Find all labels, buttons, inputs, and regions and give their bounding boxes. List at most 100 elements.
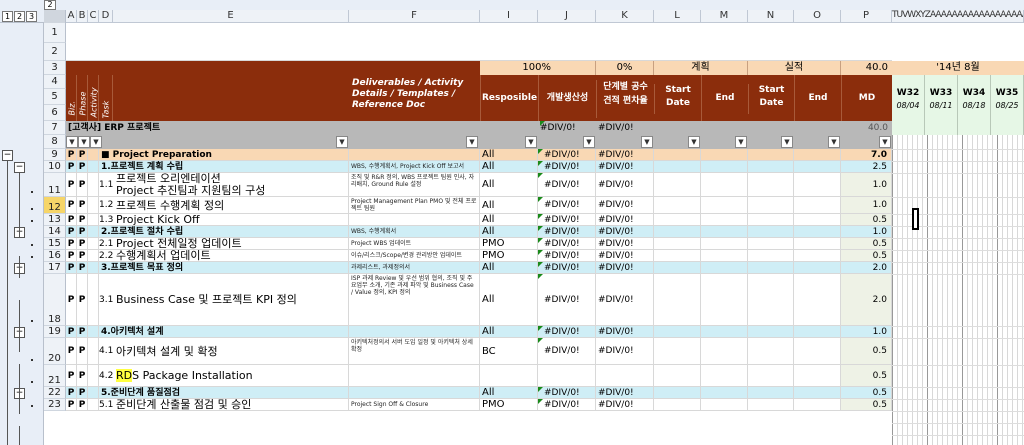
filter-dropdown-c[interactable]: ▼ bbox=[90, 136, 102, 148]
plan-start-cell bbox=[654, 149, 701, 161]
filter-dropdown-e[interactable]: ▼ bbox=[336, 136, 348, 148]
responsible-cell: PMO bbox=[480, 238, 538, 250]
filter-dropdown-k[interactable]: ▼ bbox=[641, 136, 653, 148]
timeline-row-line bbox=[892, 238, 1024, 239]
col-header-B[interactable]: B bbox=[77, 10, 88, 23]
row-number[interactable]: 6 bbox=[44, 105, 66, 121]
filter-dropdown-m[interactable]: ▼ bbox=[735, 136, 747, 148]
timeline-row-line bbox=[892, 250, 1024, 251]
md-cell: 2.5 bbox=[841, 161, 892, 173]
row-number[interactable]: 15 bbox=[44, 238, 66, 250]
plan-end-cell bbox=[701, 250, 748, 262]
row-number[interactable]: 4 bbox=[44, 75, 66, 89]
level-phase-cell: P bbox=[77, 326, 88, 338]
deliverables-cell: WBS, 수행계획서, Project Kick Off 보고서 bbox=[349, 161, 480, 173]
col-header-N[interactable]: N bbox=[748, 10, 794, 23]
row-number[interactable]: 19 bbox=[44, 326, 66, 338]
md-cell: 0.5 bbox=[841, 250, 892, 262]
highlighted-text: RD bbox=[116, 369, 133, 382]
row-number[interactable]: 13 bbox=[44, 214, 66, 226]
outline-level-1-button[interactable]: 1 bbox=[2, 11, 13, 22]
col-header-M[interactable]: M bbox=[701, 10, 748, 23]
row-number[interactable]: 7 bbox=[44, 121, 66, 135]
summary-name-cell: 4.아키텍처 설계 bbox=[99, 326, 349, 338]
row-number[interactable]: 2 bbox=[44, 43, 66, 61]
stage-deviation-cell bbox=[596, 365, 654, 387]
col-header-K[interactable]: K bbox=[596, 10, 654, 23]
timeline-column-headers[interactable]: TUVWXYZAAAAAAAAAAAAAAAAAAAAAAA bbox=[892, 10, 1024, 23]
row-number[interactable]: 3 bbox=[44, 61, 66, 75]
actual-end-cell bbox=[794, 326, 841, 338]
select-all-corner[interactable] bbox=[44, 10, 66, 23]
level-phase-cell: P bbox=[77, 226, 88, 238]
row-number[interactable]: 10 bbox=[44, 161, 66, 173]
filter-dropdown-b[interactable]: ▼ bbox=[78, 136, 90, 148]
actual-end-cell bbox=[794, 274, 841, 326]
col-header-F[interactable]: F bbox=[349, 10, 480, 23]
filter-dropdown-i[interactable]: ▼ bbox=[525, 136, 537, 148]
col-header-J[interactable]: J bbox=[538, 10, 596, 23]
dev-productivity-cell: #DIV/0! bbox=[538, 338, 596, 365]
dev-productivity-cell: #DIV/0! bbox=[538, 262, 596, 274]
row-number[interactable]: 22 bbox=[44, 387, 66, 399]
week-date: 08/25 bbox=[995, 101, 1019, 110]
level-phase-cell: P bbox=[77, 149, 88, 161]
row-number[interactable]: 23 bbox=[44, 399, 66, 411]
row-number[interactable]: 9 bbox=[44, 149, 66, 161]
outline-top-level-button[interactable]: 2 bbox=[44, 0, 56, 10]
col-header-A[interactable]: A bbox=[66, 10, 77, 23]
col-header-C[interactable]: C bbox=[88, 10, 99, 23]
filter-dropdown-l[interactable]: ▼ bbox=[688, 136, 700, 148]
row-number[interactable]: 14 bbox=[44, 226, 66, 238]
selected-timeline-cell[interactable] bbox=[912, 208, 919, 230]
row-number[interactable]: 1 bbox=[44, 23, 66, 43]
level-activity-cell bbox=[88, 387, 99, 399]
row-number[interactable]: 5 bbox=[44, 89, 66, 105]
col-header-I[interactable]: I bbox=[480, 10, 538, 23]
col-header-O[interactable]: O bbox=[794, 10, 841, 23]
md-cell: 0.5 bbox=[841, 387, 892, 399]
stage-deviation-cell: #DIV/0! bbox=[596, 338, 654, 365]
dev-productivity-cell: #DIV/0! bbox=[538, 238, 596, 250]
actual-start-cell bbox=[748, 262, 794, 274]
row-number[interactable]: 20 bbox=[44, 338, 66, 365]
row-number[interactable]: 12 bbox=[44, 197, 66, 214]
filter-dropdown-p[interactable]: ▼ bbox=[879, 136, 891, 148]
actual-start-cell bbox=[748, 197, 794, 214]
md-header: MD bbox=[841, 75, 892, 121]
col-header-E[interactable]: E bbox=[113, 10, 349, 23]
outline-level2-line bbox=[19, 300, 20, 352]
outline-detail-dot bbox=[31, 405, 33, 407]
outline-level2-line bbox=[19, 364, 20, 414]
level-phase-cell: P bbox=[77, 250, 88, 262]
task-name-cell: 수행계획서 업데이트 bbox=[113, 250, 349, 262]
row-number[interactable]: 16 bbox=[44, 250, 66, 262]
stage-deviation-cell: #DIV/0! bbox=[596, 173, 654, 197]
outline-level-3-button[interactable]: 3 bbox=[26, 11, 37, 22]
filter-dropdown-j[interactable]: ▼ bbox=[583, 136, 595, 148]
row-number[interactable]: 17 bbox=[44, 262, 66, 274]
project-dev-productivity: #DIV/0! bbox=[540, 121, 576, 133]
plan-end-cell bbox=[701, 173, 748, 197]
week-number: W33 bbox=[929, 88, 953, 98]
row-number[interactable]: 21 bbox=[44, 365, 66, 387]
col-header-L[interactable]: L bbox=[654, 10, 701, 23]
md-cell: 1.0 bbox=[841, 197, 892, 214]
dev-productivity-cell: #DIV/0! bbox=[538, 197, 596, 214]
col-header-P[interactable]: P bbox=[841, 10, 892, 23]
outline-detail-dot bbox=[31, 256, 33, 258]
outline-level-2-button[interactable]: 2 bbox=[14, 11, 25, 22]
responsible-cell: PMO bbox=[480, 399, 538, 411]
md-cell: 1.0 bbox=[841, 226, 892, 238]
dev-productivity-cell: #DIV/0! bbox=[538, 226, 596, 238]
row-number[interactable]: 18 bbox=[44, 274, 66, 326]
col-header-D[interactable]: D bbox=[99, 10, 113, 23]
outline-level2-line bbox=[19, 172, 20, 237]
filter-dropdown-f[interactable]: ▼ bbox=[466, 136, 478, 148]
filter-dropdown-a[interactable]: ▼ bbox=[66, 136, 78, 148]
filter-dropdown-n[interactable]: ▼ bbox=[781, 136, 793, 148]
deliverables-cell: Project Sign Off & Closure bbox=[349, 399, 480, 411]
row-number[interactable]: 11 bbox=[44, 173, 66, 197]
filter-dropdown-o[interactable]: ▼ bbox=[828, 136, 840, 148]
row-number[interactable]: 8 bbox=[44, 135, 66, 149]
